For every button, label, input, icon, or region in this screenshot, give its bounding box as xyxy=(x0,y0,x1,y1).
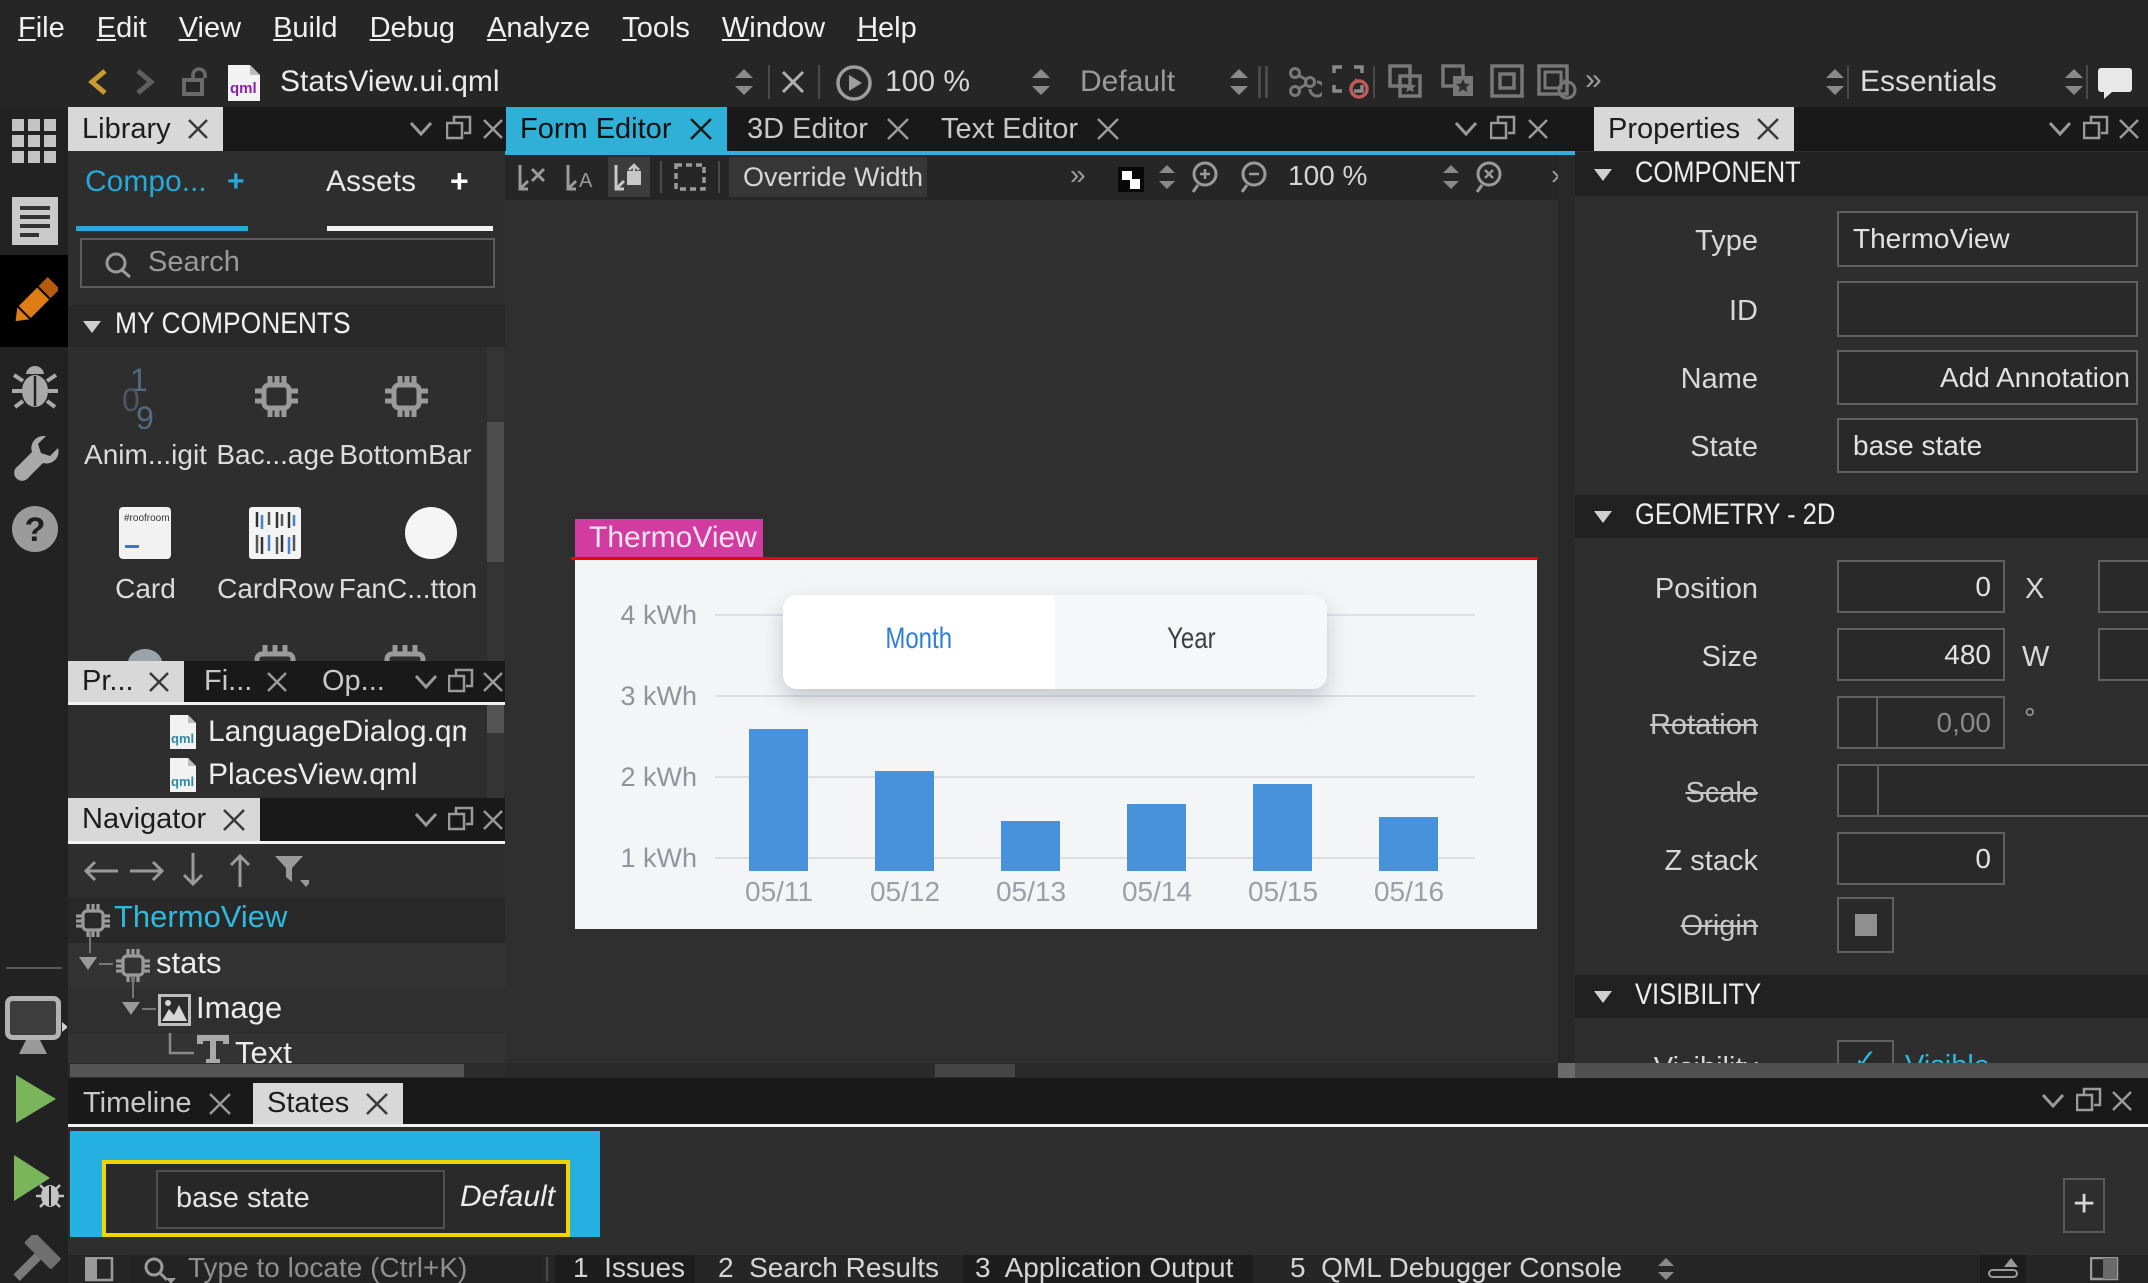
svg-text:?: ? xyxy=(25,511,46,549)
svg-text:9: 9 xyxy=(136,400,154,429)
svg-text:A: A xyxy=(579,170,593,192)
svg-text:qml: qml xyxy=(171,774,194,789)
svg-text:qml: qml xyxy=(171,731,194,746)
svg-text:qml: qml xyxy=(230,80,257,97)
